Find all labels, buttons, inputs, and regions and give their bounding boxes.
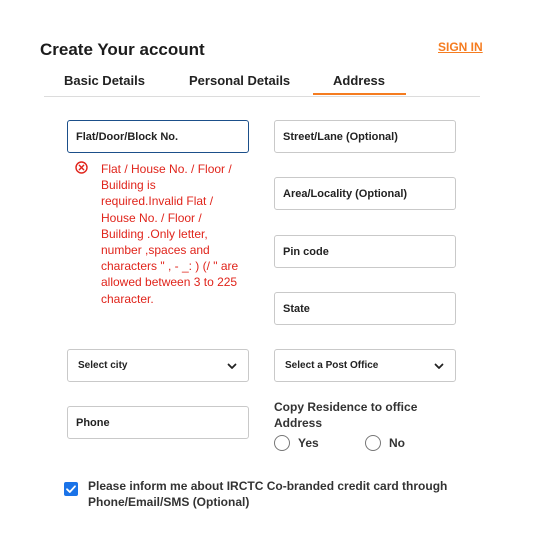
post-office-select[interactable]: Select a Post Office bbox=[274, 349, 456, 382]
page-title: Create Your account bbox=[40, 40, 205, 59]
city-select[interactable]: Select city bbox=[67, 349, 249, 382]
radio-no[interactable]: No bbox=[365, 435, 405, 451]
radio-yes[interactable]: Yes bbox=[274, 435, 319, 451]
tab-address[interactable]: Address bbox=[333, 73, 385, 88]
radio-yes-label: Yes bbox=[298, 436, 319, 450]
street-lane-placeholder: Street/Lane (Optional) bbox=[283, 130, 398, 143]
error-icon bbox=[75, 161, 88, 174]
tab-personal-details[interactable]: Personal Details bbox=[189, 73, 290, 88]
consent-label: Please inform me about IRCTC Co-branded … bbox=[88, 479, 448, 509]
post-office-select-value: Select a Post Office bbox=[285, 360, 379, 371]
radio-no-label: No bbox=[389, 436, 405, 450]
state-input[interactable]: State bbox=[274, 292, 456, 325]
city-select-value: Select city bbox=[78, 360, 128, 371]
street-lane-input[interactable]: Street/Lane (Optional) bbox=[274, 120, 456, 153]
copy-residence-label: Copy Residence to office Address bbox=[274, 400, 418, 430]
phone-input[interactable]: Phone bbox=[67, 406, 249, 439]
consent-checkbox[interactable] bbox=[64, 482, 78, 496]
flat-error-message: Flat / House No. / Floor / Building is r… bbox=[101, 162, 239, 306]
phone-placeholder: Phone bbox=[76, 416, 110, 429]
active-tab-indicator bbox=[313, 93, 406, 95]
area-locality-placeholder: Area/Locality (Optional) bbox=[283, 187, 408, 200]
flat-door-block-placeholder: Flat/Door/Block No. bbox=[76, 130, 179, 143]
chevron-down-icon bbox=[227, 363, 237, 369]
tab-divider bbox=[44, 96, 480, 97]
flat-door-block-input[interactable]: Flat/Door/Block No. bbox=[67, 120, 249, 153]
sign-in-link[interactable]: SIGN IN bbox=[438, 40, 483, 54]
tab-basic-details[interactable]: Basic Details bbox=[64, 73, 145, 88]
radio-yes-circle[interactable] bbox=[274, 435, 290, 451]
area-locality-input[interactable]: Area/Locality (Optional) bbox=[274, 177, 456, 210]
checkmark-icon bbox=[66, 485, 76, 493]
state-placeholder: State bbox=[283, 302, 310, 315]
pin-code-placeholder: Pin code bbox=[283, 245, 329, 258]
pin-code-input[interactable]: Pin code bbox=[274, 235, 456, 268]
chevron-down-icon bbox=[434, 363, 444, 369]
radio-no-circle[interactable] bbox=[365, 435, 381, 451]
